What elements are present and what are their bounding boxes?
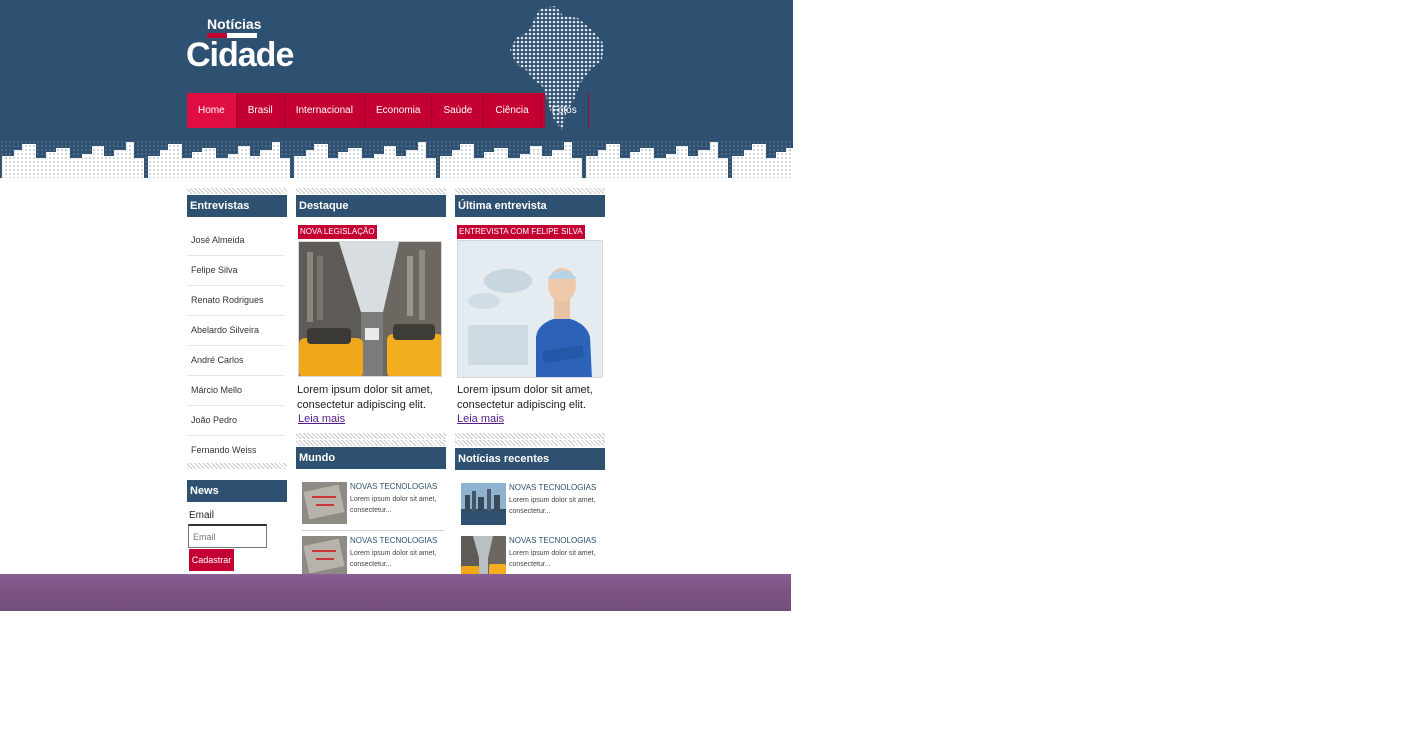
city-skyline-illustration <box>0 140 793 178</box>
interviews-header: Entrevistas <box>187 195 287 217</box>
email-label: Email <box>189 510 215 521</box>
news-thumbnail[interactable] <box>302 482 347 524</box>
ultima-entrevista-text: Lorem ipsum dolor sit amet, consectetur … <box>457 384 593 411</box>
news-description: Lorem ipsum dolor sit amet, consectetur.… <box>350 496 437 514</box>
news-thumbnail[interactable] <box>461 483 506 525</box>
nav-home[interactable]: Home <box>187 93 237 128</box>
destaque-image[interactable] <box>298 241 442 377</box>
list-item[interactable]: Fernando Weiss <box>187 436 284 466</box>
divider-hatch <box>296 433 446 439</box>
divider-hatch <box>455 433 605 439</box>
list-item[interactable]: NOVAS TECNOLOGIAS Lorem ipsum dolor sit … <box>302 480 444 531</box>
ultima-entrevista-read-more-link[interactable]: Leia mais <box>457 413 504 425</box>
subscribe-button[interactable]: Cadastrar <box>189 549 234 571</box>
mundo-header: Mundo <box>296 447 446 469</box>
nav-fotos[interactable]: Fotos <box>541 93 589 128</box>
list-item[interactable]: João Pedro <box>187 406 284 436</box>
divider-hatch <box>296 440 446 446</box>
page: Notícias Cidade Home Brasil Internaciona… <box>0 0 793 611</box>
divider-hatch <box>296 188 446 194</box>
ultima-entrevista-image[interactable] <box>457 240 603 378</box>
surgeon-photo <box>458 241 602 377</box>
interviews-list: José Almeida Felipe Silva Renato Rodrigu… <box>187 226 287 466</box>
destaque-text: Lorem ipsum dolor sit amet, consectetur … <box>297 384 433 411</box>
news-description: Lorem ipsum dolor sit amet, consectetur.… <box>350 550 437 568</box>
divider-hatch <box>455 440 605 446</box>
main-nav: Home Brasil Internacional Economia Saúde… <box>187 93 589 128</box>
city-street-photo <box>299 242 441 376</box>
nav-saude[interactable]: Saúde <box>432 93 485 128</box>
list-item[interactable]: Felipe Silva <box>187 256 284 286</box>
news-title[interactable]: NOVAS TECNOLOGIAS <box>350 482 437 491</box>
destaque-read-more-link[interactable]: Leia mais <box>298 413 345 425</box>
list-item[interactable]: Renato Rodrigues <box>187 286 284 316</box>
list-item[interactable]: André Carlos <box>187 346 284 376</box>
divider-hatch <box>187 188 287 194</box>
site-footer <box>0 574 791 611</box>
news-title[interactable]: NOVAS TECNOLOGIAS <box>350 536 437 545</box>
news-title[interactable]: NOVAS TECNOLOGIAS <box>509 536 596 545</box>
news-description: Lorem ipsum dolor sit amet, consectetur.… <box>509 497 596 515</box>
site-header: Notícias Cidade Home Brasil Internaciona… <box>0 0 793 178</box>
nav-economia[interactable]: Economia <box>365 93 433 128</box>
destaque-tag[interactable]: NOVA LEGISLAÇÃO <box>298 225 377 239</box>
list-item[interactable]: NOVAS TECNOLOGIAS Lorem ipsum dolor sit … <box>461 481 607 529</box>
nav-ciencia[interactable]: Ciência <box>484 93 541 128</box>
list-item[interactable]: José Almeida <box>187 226 284 256</box>
newsletter-header: News <box>187 480 287 502</box>
nav-internacional[interactable]: Internacional <box>285 93 365 128</box>
ultima-entrevista-tag[interactable]: ENTREVISTA COM FELIPE SILVA <box>457 225 585 239</box>
news-description: Lorem ipsum dolor sit amet, consectetur.… <box>509 550 596 568</box>
list-item[interactable]: Abelardo Silveira <box>187 316 284 346</box>
noticias-recentes-header: Notícias recentes <box>455 448 605 470</box>
news-thumbnail[interactable] <box>302 536 347 578</box>
nav-brasil[interactable]: Brasil <box>237 93 285 128</box>
divider-hatch <box>187 463 287 469</box>
list-item[interactable]: Márcio Mello <box>187 376 284 406</box>
email-field[interactable] <box>188 524 267 548</box>
logo-top-text: Notícias <box>207 16 262 32</box>
destaque-header: Destaque <box>296 195 446 217</box>
ultima-entrevista-header: Última entrevista <box>455 195 605 217</box>
divider-hatch <box>455 188 605 194</box>
news-title[interactable]: NOVAS TECNOLOGIAS <box>509 483 596 492</box>
news-thumbnail[interactable] <box>461 536 506 578</box>
site-logo[interactable]: Cidade <box>186 36 294 75</box>
